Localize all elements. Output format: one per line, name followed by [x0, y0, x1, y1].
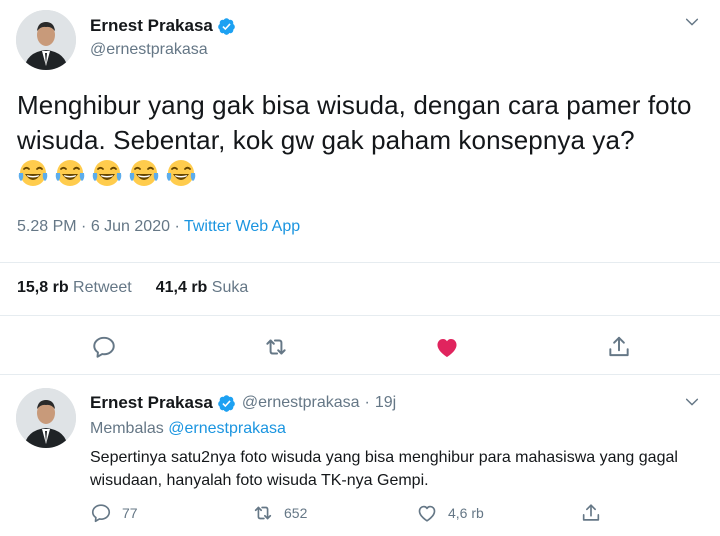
likes-label: Suka: [207, 279, 249, 296]
tears-of-joy-emoji-icon: [17, 158, 49, 190]
meta-separator: ·: [170, 218, 184, 235]
likes-count: 41,4 rb: [155, 279, 208, 296]
emoji-group: [17, 158, 202, 199]
reply-header: Ernest Prakasa @ernestprakasa · 19j: [90, 393, 396, 413]
tears-of-joy-emoji-icon: [54, 158, 86, 190]
reply-count: 77: [122, 505, 138, 521]
divider: [0, 315, 720, 316]
tweet-time[interactable]: 5.28 PM: [17, 218, 77, 235]
replying-label: Membalas: [90, 420, 169, 437]
like-heart-icon: [416, 502, 438, 524]
author-name[interactable]: Ernest Prakasa: [90, 16, 213, 36]
tweet-text-content: Menghibur yang gak bisa wisuda, dengan c…: [17, 90, 692, 155]
tears-of-joy-emoji-icon: [91, 158, 123, 190]
reply-bubble-icon[interactable]: [91, 334, 117, 360]
like-button[interactable]: 4,6 rb: [416, 502, 484, 524]
tweet-text: Menghibur yang gak bisa wisuda, dengan c…: [17, 88, 697, 199]
like-count: 4,6 rb: [448, 505, 484, 521]
retweet-count: 652: [284, 505, 308, 521]
reply-text: Sepertinya satu2nya foto wisuda yang bis…: [90, 449, 678, 489]
reply-button[interactable]: 77: [90, 502, 138, 524]
tweet-source-app[interactable]: Twitter Web App: [184, 218, 300, 235]
avatar-image: [16, 388, 76, 448]
meta-separator: ·: [364, 394, 370, 411]
more-options-chevron-icon[interactable]: [684, 394, 700, 410]
retweets-count: 15,8 rb: [17, 279, 69, 296]
retweet-button[interactable]: 652: [252, 502, 307, 524]
reply-author-avatar[interactable]: [16, 388, 76, 448]
retweets-label: Retweet: [68, 279, 132, 296]
author-name-row[interactable]: Ernest Prakasa: [90, 16, 236, 36]
reply-age[interactable]: 19j: [375, 394, 396, 412]
reply-bubble-icon: [90, 502, 112, 524]
reply-author-name[interactable]: Ernest Prakasa: [90, 393, 213, 413]
meta-separator: ·: [76, 218, 91, 235]
tweet-action-bar: [0, 330, 720, 364]
tweet-meta: 5.28 PM · 6 Jun 2020 · Twitter Web App: [17, 218, 300, 236]
retweet-arrows-icon[interactable]: [263, 334, 289, 360]
verified-badge-icon: [217, 394, 236, 413]
retweets-stat[interactable]: 15,8 rb Retweet: [17, 279, 132, 296]
author-avatar[interactable]: [16, 10, 76, 70]
tweet-date[interactable]: 6 Jun 2020: [91, 218, 170, 235]
divider: [0, 262, 720, 263]
author-handle[interactable]: @ernestprakasa: [90, 41, 208, 59]
retweet-arrows-icon: [252, 502, 274, 524]
replying-mention-link[interactable]: @ernestprakasa: [168, 420, 286, 437]
tears-of-joy-emoji-icon: [128, 158, 160, 190]
likes-stat[interactable]: 41,4 rb Suka: [156, 279, 249, 296]
avatar-image: [16, 10, 76, 70]
replying-to: Membalas @ernestprakasa: [90, 420, 286, 438]
reply-author-handle[interactable]: @ernestprakasa: [242, 394, 360, 412]
reply-action-bar: 77 652 4,6 rb: [90, 502, 690, 526]
more-options-chevron-icon[interactable]: [684, 14, 700, 30]
share-button[interactable]: [580, 502, 612, 524]
tears-of-joy-emoji-icon: [165, 158, 197, 190]
share-upload-icon[interactable]: [606, 334, 632, 360]
share-upload-icon: [580, 502, 602, 524]
like-heart-icon[interactable]: [434, 334, 460, 360]
engagement-stats: 15,8 rb Retweet 41,4 rb Suka: [17, 279, 248, 297]
verified-badge-icon: [217, 17, 236, 36]
divider: [0, 374, 720, 375]
